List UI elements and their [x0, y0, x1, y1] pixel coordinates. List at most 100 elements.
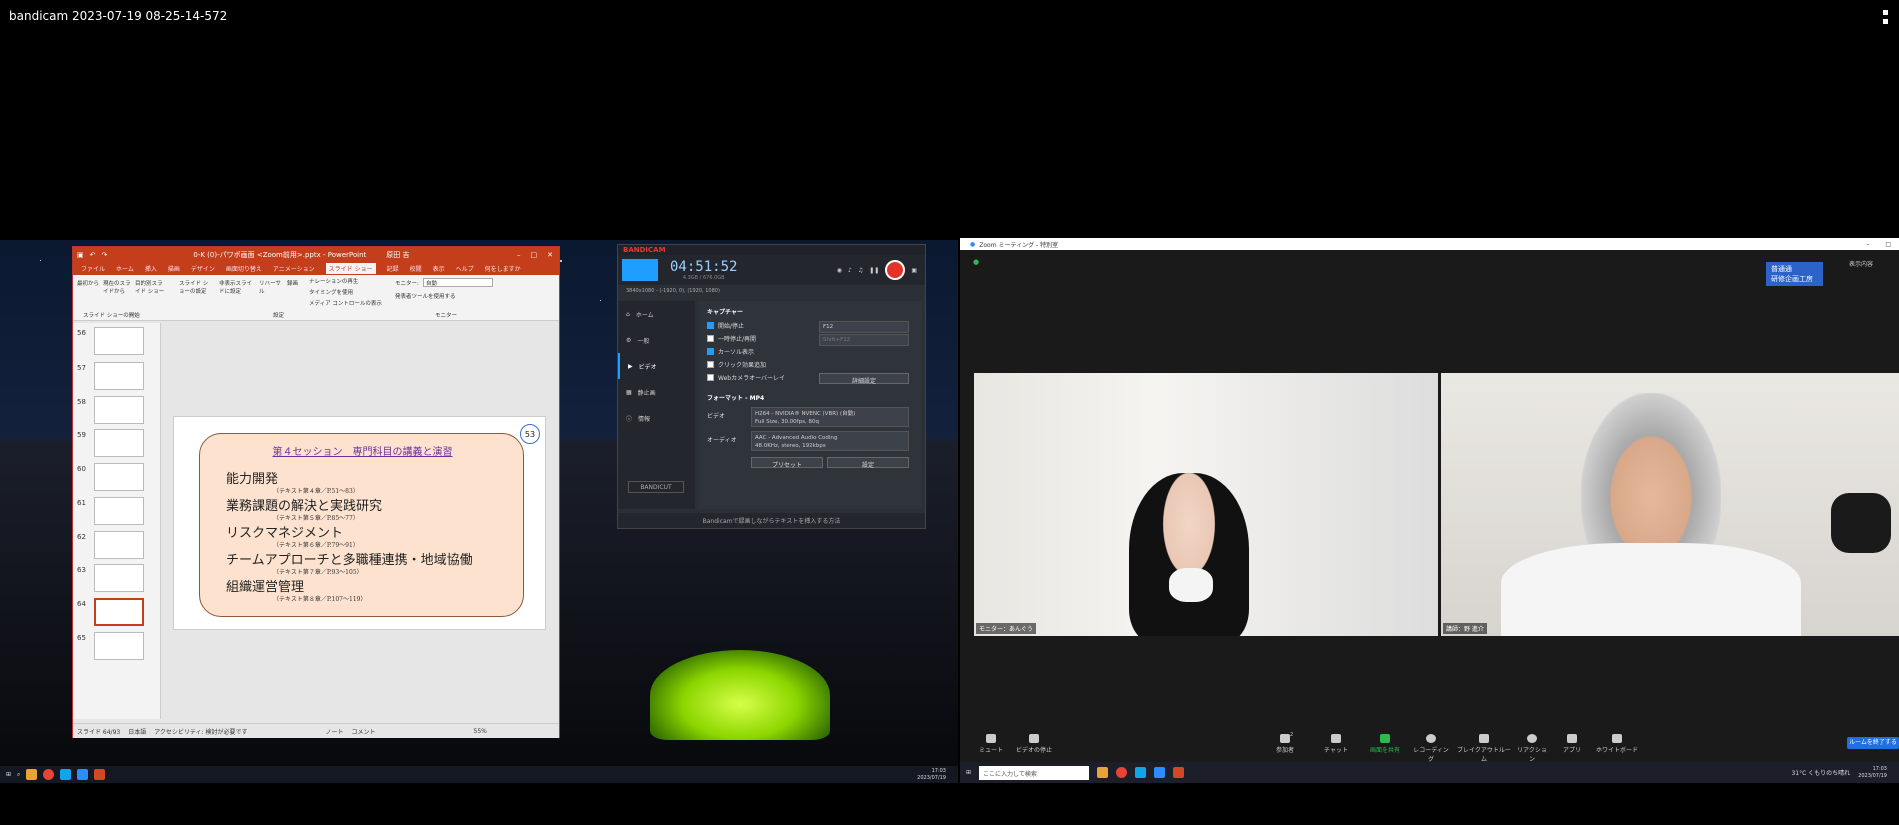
- tab-design[interactable]: デザイン: [191, 264, 215, 273]
- slide-canvas[interactable]: 第４セッション 専門科目の講義と演習 能力開発 （テキスト第４章／P.51〜83…: [173, 416, 546, 630]
- accessibility-status[interactable]: アクセシビリティ: 検討が必要です: [154, 727, 247, 736]
- tab-help[interactable]: ヘルプ: [456, 264, 474, 273]
- record-button[interactable]: 録画: [287, 279, 303, 287]
- redo-icon[interactable]: ↷: [102, 251, 108, 259]
- notes-button[interactable]: ノート: [326, 727, 344, 736]
- preset-button[interactable]: プリセット: [751, 457, 823, 469]
- maximize-icon[interactable]: □: [531, 251, 538, 259]
- bandicam-tip[interactable]: Bandicamで録画しながらテキストを挿入する方法: [618, 513, 925, 528]
- tab-review[interactable]: 校閲: [410, 264, 422, 273]
- slide-thumbnail[interactable]: [94, 463, 144, 491]
- clock[interactable]: 17:03 2023/07/19: [917, 768, 946, 782]
- hotkey-field[interactable]: F12: [819, 321, 909, 333]
- slide-thumbnail[interactable]: [94, 429, 144, 457]
- stop-video-button[interactable]: ビデオの停止: [1014, 734, 1054, 754]
- selected-slide-thumbnail[interactable]: [94, 598, 144, 626]
- slide-thumbnail[interactable]: [94, 327, 144, 355]
- checkbox[interactable]: [707, 322, 714, 329]
- screen-mode-button[interactable]: [622, 259, 658, 281]
- share-screen-button[interactable]: 画面を共有: [1365, 734, 1405, 754]
- apps-button[interactable]: アプリ: [1560, 734, 1584, 754]
- nav-general[interactable]: ⚙ 一般: [618, 327, 695, 353]
- close-icon[interactable]: ✕: [547, 251, 553, 259]
- windows-start-icon[interactable]: ⊞: [966, 769, 971, 776]
- skype-icon[interactable]: [1135, 767, 1147, 778]
- taskbar-search[interactable]: ここに入力して検索: [979, 765, 1090, 780]
- participant-video[interactable]: 講師：野 進介: [1441, 373, 1899, 636]
- search-icon[interactable]: ⌕: [17, 771, 20, 779]
- slide-thumbnail-pane[interactable]: 56 57 58 59 60 61 62 63 64 65: [73, 323, 161, 719]
- bandicut-button[interactable]: BANDICUT: [628, 481, 684, 493]
- powerpoint-icon[interactable]: [1173, 767, 1185, 778]
- mute-button[interactable]: ミュート: [977, 734, 1005, 754]
- menu-icon[interactable]: [1883, 10, 1889, 24]
- timing-checkbox[interactable]: タイミングを使用: [309, 288, 353, 296]
- clock[interactable]: 17:03 2023/07/19: [1858, 766, 1887, 780]
- chat-button[interactable]: チャット: [1322, 734, 1350, 754]
- tab-draw[interactable]: 描画: [168, 264, 180, 273]
- pause-icon[interactable]: ❚❚: [869, 267, 879, 274]
- whiteboard-button[interactable]: ホワイトボード: [1595, 734, 1639, 754]
- end-room-button[interactable]: ルームを終了する: [1847, 737, 1899, 749]
- windows-start-icon[interactable]: ⊞: [6, 771, 11, 778]
- option-row[interactable]: カーソル表示: [707, 345, 914, 358]
- nav-info[interactable]: ⓘ 情報: [618, 405, 695, 431]
- nav-home[interactable]: ⌂ ホーム: [618, 301, 695, 327]
- tab-transitions[interactable]: 画面切り替え: [226, 264, 262, 273]
- zoom-icon[interactable]: [1154, 767, 1166, 778]
- powerpoint-icon[interactable]: [94, 769, 106, 780]
- tab-slideshow[interactable]: スライド ショー: [325, 263, 376, 274]
- advanced-settings-button[interactable]: 詳細設定: [819, 373, 909, 385]
- hide-slide-button[interactable]: 非表示スライドに設定: [219, 279, 255, 295]
- reactions-button[interactable]: リアクション: [1515, 734, 1549, 763]
- tab-insert[interactable]: 挿入: [145, 264, 157, 273]
- media-controls-checkbox[interactable]: メディア コントロールの表示: [309, 299, 382, 307]
- tab-animations[interactable]: アニメーション: [273, 264, 315, 273]
- skype-icon[interactable]: [60, 769, 72, 780]
- tab-home[interactable]: ホーム: [116, 264, 134, 273]
- breakout-rooms-button[interactable]: ブレイクアウトルーム: [1455, 734, 1513, 763]
- option-row[interactable]: クリック効果追加: [707, 358, 914, 371]
- slide-thumbnail[interactable]: [94, 497, 144, 525]
- from-current-button[interactable]: 現在のスライドから: [103, 279, 131, 295]
- language-status[interactable]: 日本語: [128, 727, 146, 736]
- custom-show-button[interactable]: 目的別スライド ショー: [135, 279, 167, 295]
- monitor-select[interactable]: 自動: [423, 278, 493, 287]
- tell-me-box[interactable]: 何をしますか: [485, 264, 521, 273]
- zoom-level[interactable]: 55%: [474, 728, 487, 735]
- save-icon[interactable]: ▣: [77, 251, 84, 259]
- participant-video[interactable]: モニター：あんぐう: [974, 373, 1438, 636]
- mic-icon[interactable]: ♫: [858, 267, 863, 274]
- slide-thumbnail[interactable]: [94, 632, 144, 660]
- presenter-view-checkbox[interactable]: 発表者ツールを使用する: [395, 292, 456, 300]
- minimize-icon[interactable]: –: [517, 251, 521, 259]
- ppt-user[interactable]: 原田 吉: [386, 250, 409, 260]
- explorer-icon[interactable]: [26, 769, 38, 780]
- checkbox[interactable]: [707, 374, 714, 381]
- zoom-icon[interactable]: [77, 769, 89, 780]
- from-start-button[interactable]: 最初から: [77, 279, 99, 287]
- slide-thumbnail[interactable]: [94, 531, 144, 559]
- tab-file[interactable]: ファイル: [81, 264, 105, 273]
- tab-view[interactable]: 表示: [433, 264, 445, 273]
- speaker-icon[interactable]: ♪: [848, 267, 852, 274]
- settings-button[interactable]: 設定: [827, 457, 909, 469]
- checkbox[interactable]: [707, 348, 714, 355]
- minimize-icon[interactable]: –: [1866, 241, 1869, 248]
- undo-icon[interactable]: ↶: [90, 251, 96, 259]
- stop-record-button[interactable]: [885, 260, 906, 280]
- checkbox[interactable]: [707, 335, 714, 342]
- nav-image[interactable]: ▦ 静止画: [618, 379, 695, 405]
- chrome-icon[interactable]: [43, 769, 55, 780]
- participants-button[interactable]: 参加者: [1268, 734, 1302, 754]
- comments-button[interactable]: コメント: [352, 727, 376, 736]
- checkbox[interactable]: [707, 361, 714, 368]
- security-shield-icon[interactable]: ●: [973, 258, 979, 266]
- chrome-icon[interactable]: [1116, 767, 1128, 778]
- narration-checkbox[interactable]: ナレーションの再生: [309, 277, 358, 285]
- tab-record[interactable]: 記録: [387, 264, 399, 273]
- recording-button[interactable]: レコーディング: [1411, 734, 1451, 763]
- nav-video[interactable]: ▶ ビデオ: [618, 353, 695, 379]
- view-info[interactable]: 表示内容: [1849, 259, 1873, 268]
- slide-thumbnail[interactable]: [94, 362, 144, 390]
